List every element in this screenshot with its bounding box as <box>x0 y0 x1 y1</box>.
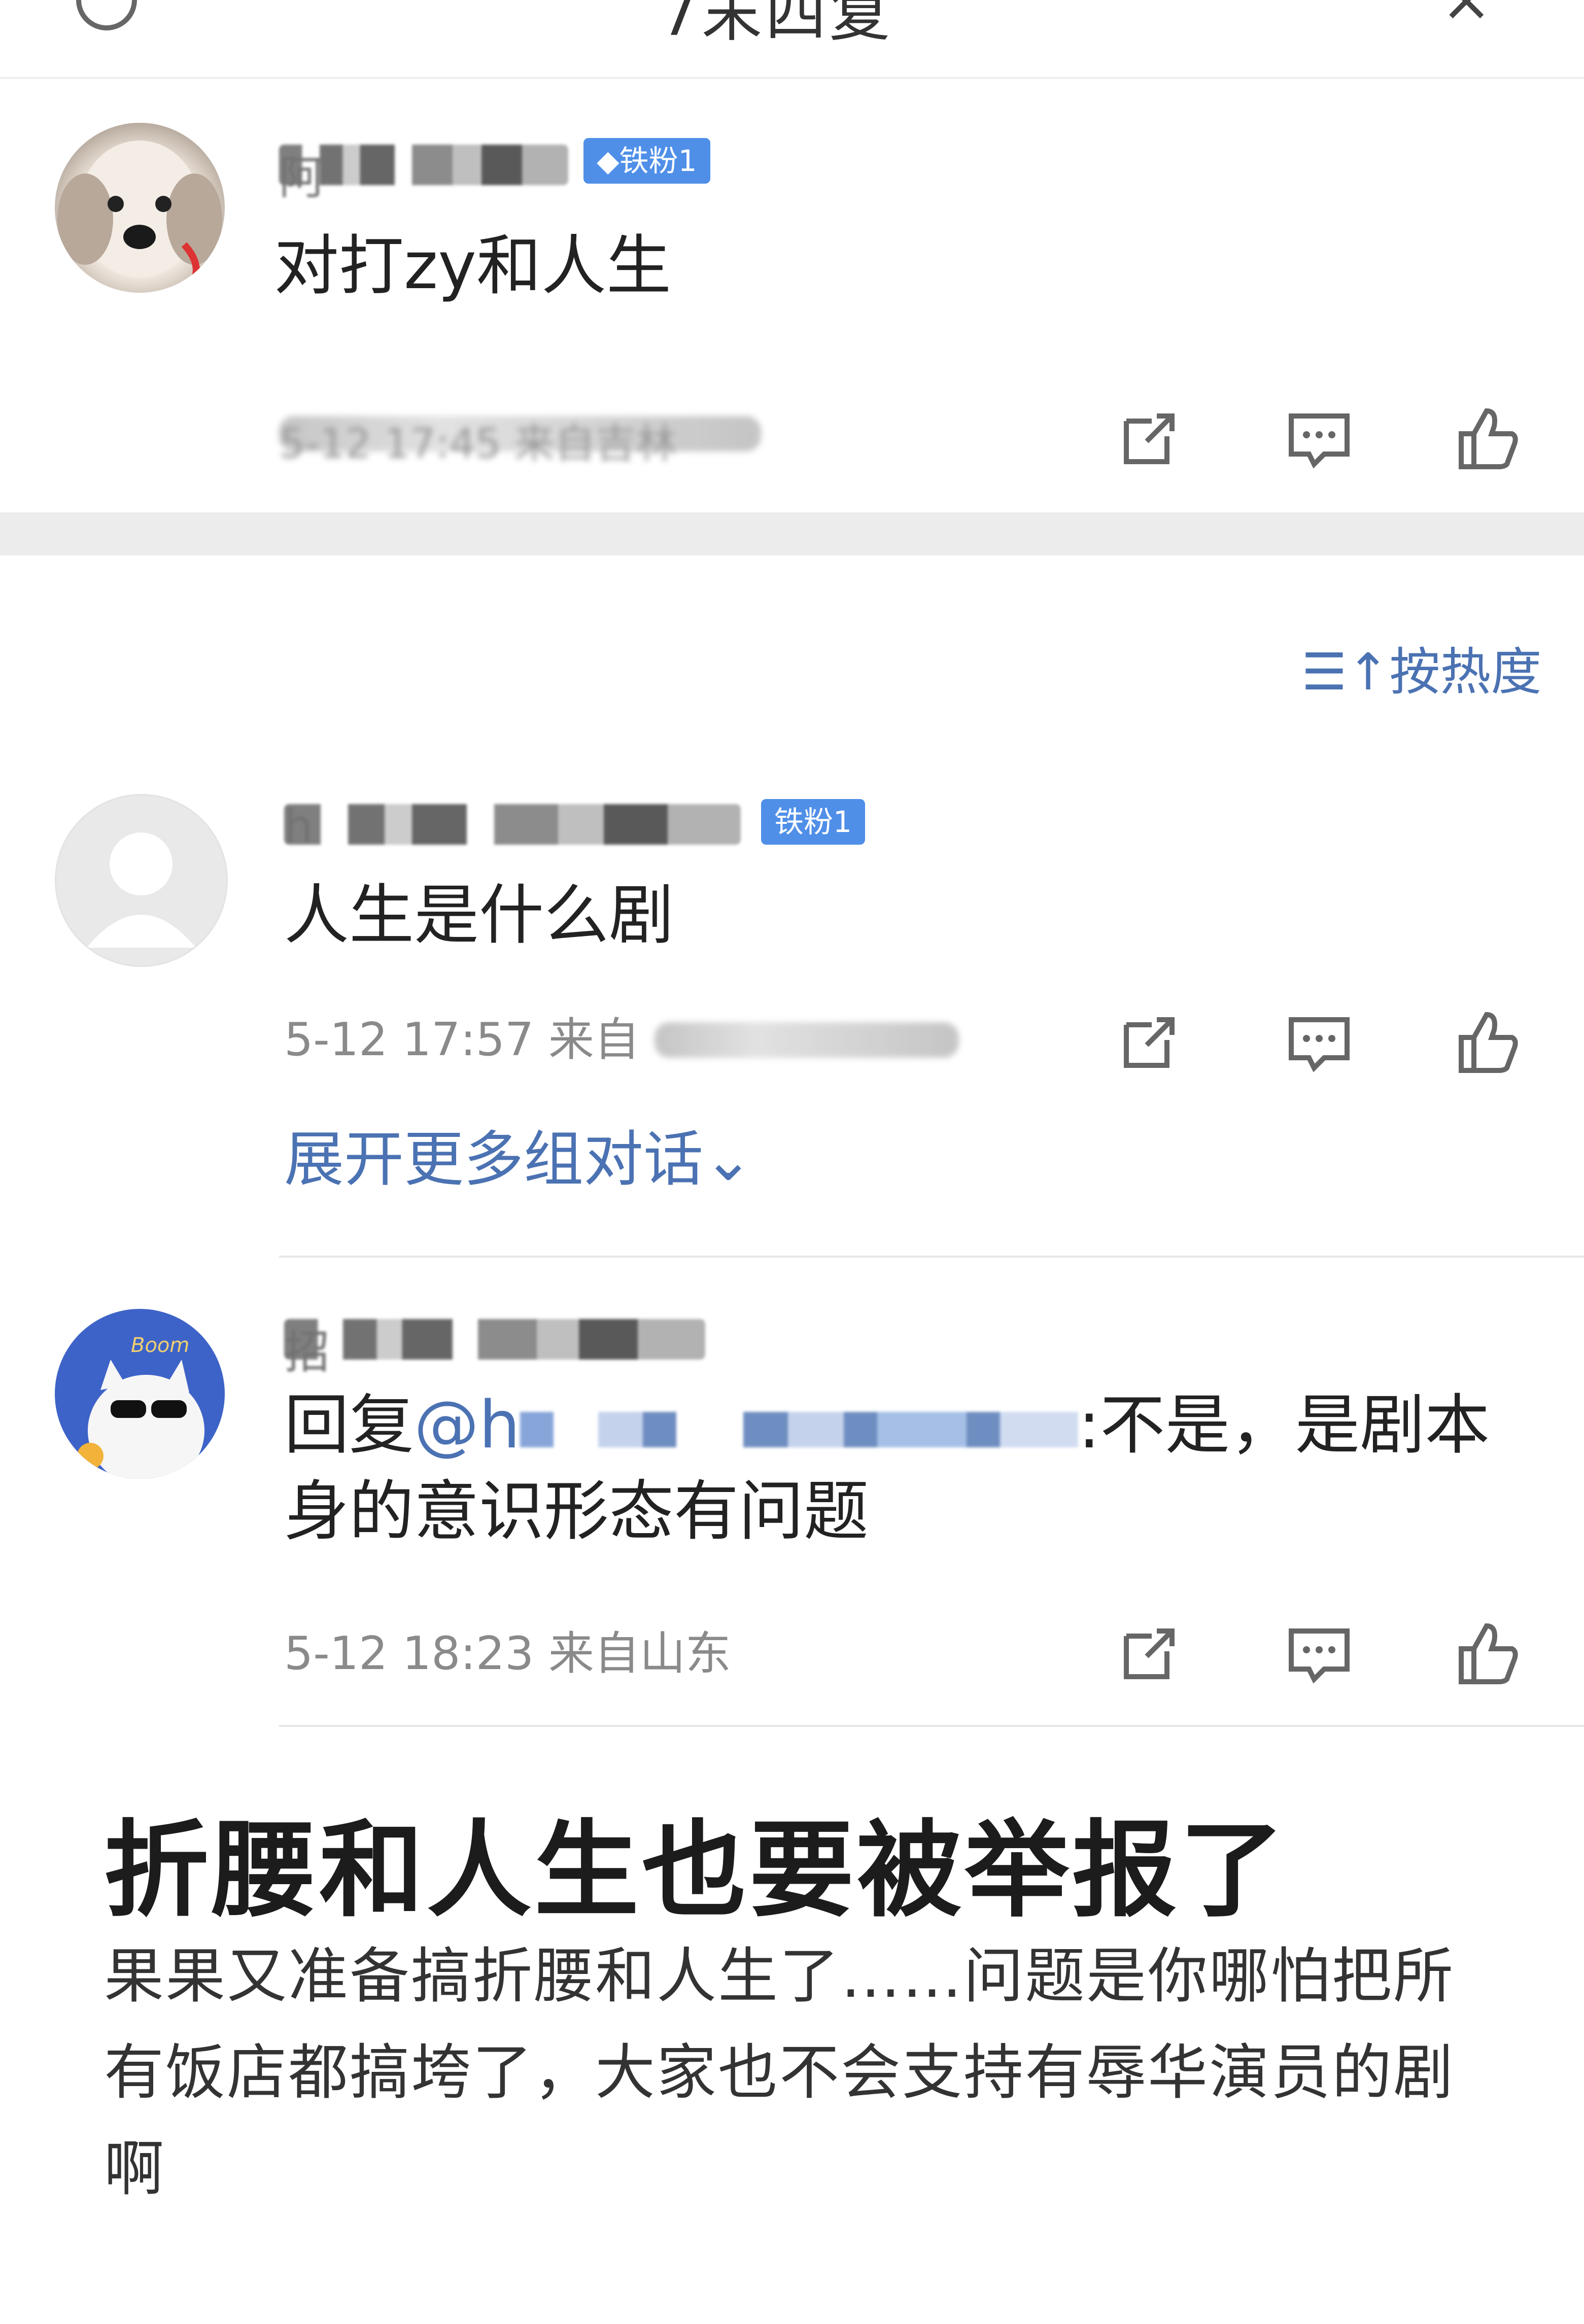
thumbs-up-icon <box>1459 1012 1518 1073</box>
share-button[interactable] <box>1111 406 1187 481</box>
comment-meta: 5-12 18:23 来自山东 <box>284 1627 731 1680</box>
mention-blur <box>520 1411 1079 1447</box>
like-button[interactable] <box>1449 1010 1525 1085</box>
share-button[interactable] <box>1111 1621 1187 1696</box>
comment-button[interactable] <box>1281 406 1357 481</box>
page-title: 7末四复 <box>660 0 893 50</box>
dog-avatar-icon <box>57 141 222 293</box>
mention-link[interactable]: @h <box>414 1388 520 1463</box>
like-button[interactable] <box>1449 406 1525 481</box>
post-meta: 5-12 17:45 来自吉林 <box>279 416 761 467</box>
comment-button[interactable] <box>1281 1621 1357 1696</box>
divider <box>279 1256 1584 1258</box>
fan-badge: ◆铁粉1 <box>583 138 710 184</box>
expand-more-conversations[interactable]: 展开更多组对话⌄ <box>284 1124 753 1195</box>
comment-button[interactable] <box>1281 1010 1357 1085</box>
comment-icon <box>1289 1017 1350 1072</box>
svg-text:Boom: Boom <box>131 1334 189 1357</box>
username[interactable]: 阿 <box>279 145 568 204</box>
username[interactable]: h <box>284 800 741 853</box>
share-icon <box>1124 1017 1175 1068</box>
like-button[interactable] <box>1449 1621 1525 1696</box>
thumbs-up-icon <box>1459 408 1518 469</box>
default-user-icon <box>87 833 196 948</box>
share-icon <box>1124 1628 1175 1679</box>
share-button[interactable] <box>1111 1010 1187 1085</box>
comment-icon <box>1289 413 1350 469</box>
comment-icon <box>1289 1628 1350 1684</box>
article-body: 果果又准备搞折腰和人生了……问题是你哪怕把所有饭店都搞垮了，大家也不会支持有辱华… <box>104 1941 1455 2204</box>
comment-meta: 5-12 17:57 来自 <box>284 1013 640 1066</box>
comment-text: 人生是什么剧 <box>284 878 674 953</box>
location-blur <box>655 1022 959 1058</box>
divider <box>279 1725 1584 1727</box>
fan-badge: 铁粉1 <box>761 799 865 845</box>
avatar[interactable]: Boom <box>55 1309 225 1479</box>
post-text: 对打zy和人生 <box>274 228 671 304</box>
username[interactable]: 招 <box>284 1319 705 1379</box>
close-icon[interactable]: × <box>1441 0 1492 35</box>
share-icon <box>1124 413 1175 464</box>
avatar[interactable] <box>55 123 225 293</box>
article-headline: 折腰和人生也要被举报了 <box>104 1810 1288 1931</box>
thumbs-up-icon <box>1459 1623 1518 1684</box>
avatar[interactable] <box>55 794 228 967</box>
cat-avatar-icon: Boom <box>77 1334 204 1479</box>
reply-text: 回复@h:不是，是剧本身的意识形态有问题 <box>284 1388 1490 1549</box>
section-separator <box>0 512 1584 556</box>
sort-by-heat-button[interactable]: ☰↑按热度 <box>1301 642 1541 703</box>
